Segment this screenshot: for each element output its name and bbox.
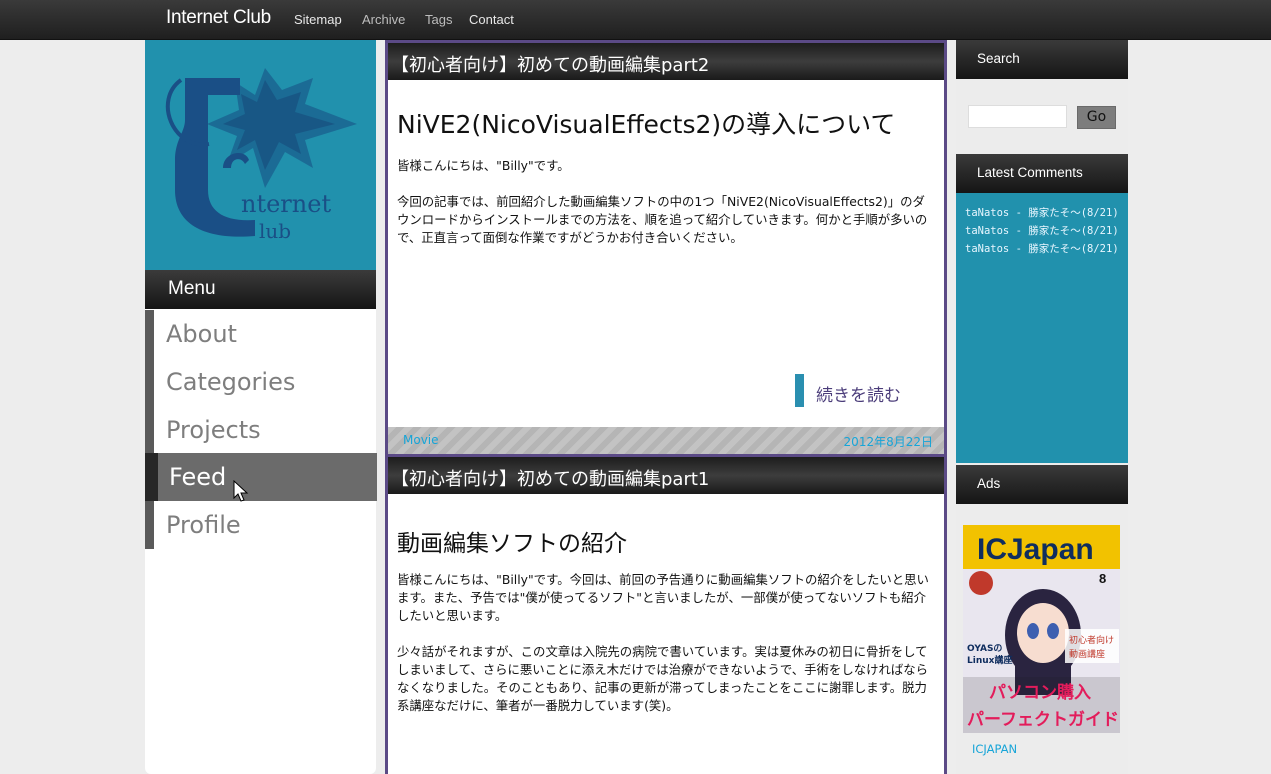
menu-item-feed[interactable]: Feed <box>145 453 377 501</box>
nav-tags[interactable]: Tags <box>425 12 452 27</box>
post-date: 2012年8月22日 <box>843 435 933 449</box>
menu-item-projects[interactable]: Projects <box>145 406 376 454</box>
post-category-link[interactable]: Movie <box>403 433 439 447</box>
svg-text:OYASの: OYASの <box>967 643 1002 654</box>
post-heading: NiVE2(NicoVisualEffects2)の導入について <box>397 110 896 139</box>
svg-text:動画講座: 動画講座 <box>1069 648 1105 660</box>
svg-text:Linux講座: Linux講座 <box>967 654 1012 666</box>
menu-item-profile[interactable]: Profile <box>145 501 376 549</box>
menu-item-about[interactable]: About <box>145 310 376 358</box>
post-paragraph: 少々話がそれますが、この文章は入院先の病院で書いています。実は夏休みの初日に骨折… <box>397 644 929 713</box>
post-paragraph: 皆様こんにちは、"Billy"です。今回は、前回の予告通りに動画編集ソフトの紹介… <box>397 572 929 623</box>
comment-link[interactable]: taNatos - 勝家たそ～(8/21) <box>965 241 1119 256</box>
post-title[interactable]: 【初心者向け】初めての動画編集part2 <box>388 43 944 80</box>
ad-caption-link[interactable]: ICJAPAN <box>972 742 1017 756</box>
nav-sitemap[interactable]: Sitemap <box>294 12 342 27</box>
read-more-label: 続きを読む <box>816 386 901 406</box>
svg-text:ICJapan: ICJapan <box>977 533 1094 566</box>
top-navbar: Internet Club Sitemap Archive Tags Conta… <box>0 0 1271 40</box>
post-card: 【初心者向け】初めての動画編集part2 NiVE2(NicoVisualEff… <box>385 40 947 456</box>
svg-text:パーフェクトガイド: パーフェクトガイド <box>967 710 1119 730</box>
post-heading: 動画編集ソフトの紹介 <box>397 531 627 557</box>
post-list: 【初心者向け】初めての動画編集part2 NiVE2(NicoVisualEff… <box>385 40 947 774</box>
menu-item-categories[interactable]: Categories <box>145 358 376 406</box>
nav-contact[interactable]: Contact <box>469 12 514 27</box>
comment-link[interactable]: taNatos - 勝家たそ～(8/21) <box>965 205 1119 220</box>
mouse-cursor-icon <box>233 480 249 502</box>
nav-archive[interactable]: Archive <box>362 12 405 27</box>
ads-heading: Ads <box>956 465 1128 504</box>
post-paragraph: 皆様こんにちは、"Billy"です。 <box>397 158 570 173</box>
read-more-bar <box>795 374 804 407</box>
post-paragraph: 今回の記事では、前回紹介した動画編集ソフトの中の1つ「NiVE2(NicoVis… <box>397 194 928 245</box>
svg-text:パソコン購入: パソコン購入 <box>989 682 1091 703</box>
ad-banner-image[interactable]: ICJapan 8 初心者向け 動画講座 OYASの Linux講座 パソコン購… <box>963 525 1120 733</box>
search-input[interactable] <box>968 105 1067 128</box>
svg-text:nternet: nternet <box>241 190 331 218</box>
comment-link[interactable]: taNatos - 勝家たそ～(8/21) <box>965 223 1119 238</box>
svg-text:lub: lub <box>259 219 291 243</box>
menu-heading: Menu <box>145 270 376 309</box>
post-title[interactable]: 【初心者向け】初めての動画編集part1 <box>388 457 944 494</box>
search-go-button[interactable]: Go <box>1077 106 1116 129</box>
svg-text:8: 8 <box>1099 571 1106 586</box>
site-logo[interactable]: nternet lub <box>145 40 376 270</box>
post-footer: Movie 2012年8月22日 <box>388 427 944 456</box>
right-sidebar: Search Go Latest Comments taNatos - 勝家たそ… <box>956 40 1128 774</box>
search-heading: Search <box>956 40 1128 79</box>
site-brand[interactable]: Internet Club <box>166 7 271 29</box>
latest-comments-heading: Latest Comments <box>956 154 1128 193</box>
post-card: 【初心者向け】初めての動画編集part1 動画編集ソフトの紹介 皆様こんにちは、… <box>385 454 947 774</box>
svg-text:初心者向け: 初心者向け <box>1069 634 1114 646</box>
left-sidebar: nternet lub Menu About Categories Projec… <box>145 40 377 774</box>
latest-comments-list: taNatos - 勝家たそ～(8/21) taNatos - 勝家たそ～(8/… <box>956 193 1128 463</box>
